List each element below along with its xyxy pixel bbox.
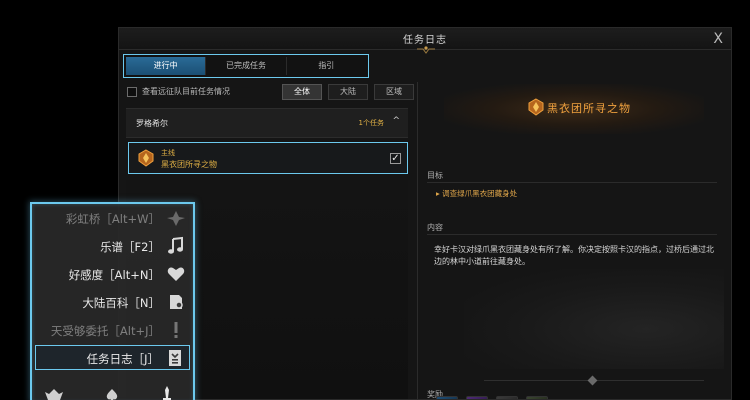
menu-item-rapport[interactable]: 好感度［Alt+N］ — [35, 262, 190, 287]
menu-item-label: 天受够委托［Alt+J］ — [50, 324, 160, 338]
menu-item-encyclopedia[interactable]: 大陆百科［N］ — [35, 290, 190, 315]
content-divider — [427, 234, 717, 235]
rainbow-bridge-icon — [167, 211, 185, 226]
chevron-up-icon[interactable]: ^ — [392, 116, 400, 126]
content-text: 幸好卡汉对绿爪黑衣团藏身处有所了解。你决定按照卡汉的指点，过桥后通过北边的林中小… — [434, 245, 714, 266]
expedition-checkbox-label: 查看远征队目前任务情况 — [142, 87, 230, 96]
menu-item-music-score[interactable]: 乐谱［F2］ — [35, 234, 190, 259]
tab-guide[interactable]: 指引 — [287, 57, 366, 75]
quest-track-checkbox[interactable]: ✓ — [390, 153, 401, 164]
quest-name: 黑衣团所寻之物 — [161, 160, 217, 169]
spade-icon[interactable] — [104, 388, 120, 400]
filter-continent-button[interactable]: 大陆 — [328, 84, 368, 100]
quest-background-art — [464, 269, 724, 369]
menu-item-label: 彩虹桥［Alt+W］ — [65, 212, 160, 226]
filter-all-button[interactable]: 全体 — [282, 84, 322, 100]
quest-detail-title: 黑衣团所寻之物 — [547, 102, 631, 115]
menu-item-label: 任务日志［J］ — [86, 352, 159, 366]
panel-divider — [417, 82, 418, 399]
quest-detail-panel: 黑衣团所寻之物 目标 ▸ 调查绿爪黑衣团藏身处 内容 幸好卡汉对绿爪黑衣团藏身处… — [424, 84, 724, 399]
menu-item-rainbow-bridge[interactable]: 彩虹桥［Alt+W］ — [35, 206, 190, 231]
reward-item-slot[interactable] — [526, 396, 548, 399]
encyclopedia-icon — [170, 295, 183, 309]
quest-log-icon — [169, 350, 181, 366]
menu-item-quest-log[interactable]: 任务日志［J］ — [35, 345, 190, 370]
reward-item-slot[interactable] — [496, 396, 518, 399]
goal-divider — [427, 182, 717, 183]
content-label: 内容 — [427, 223, 443, 232]
reward-item-slot[interactable] — [466, 396, 488, 399]
exclamation-icon — [174, 322, 178, 338]
menu-item-label: 好感度［Alt+N］ — [68, 268, 160, 282]
music-note-icon — [168, 236, 183, 254]
tab-completed[interactable]: 已完成任务 — [206, 57, 287, 75]
tab-in-progress[interactable]: 进行中 — [126, 57, 207, 75]
reward-divider-ornament — [587, 375, 598, 386]
region-header[interactable]: 罗格希尔 1个任务 ^ — [126, 108, 408, 138]
menu-item-label: 乐谱［F2］ — [100, 240, 160, 254]
main-quest-icon — [138, 149, 154, 167]
quest-log-window: 任务日志 X 进行中 已完成任务 指引 查看远征队目前任务情况 全体 大陆 区域… — [118, 27, 732, 400]
menu-item-request[interactable]: 天受够委托［Alt+J］ — [35, 318, 190, 343]
region-name: 罗格希尔 — [136, 119, 168, 128]
quest-tabs: 进行中 已完成任务 指引 — [123, 54, 369, 78]
shortcut-menu: 彩虹桥［Alt+W］ 乐谱［F2］ 好感度［Alt+N］ 大陆百科［N］ 天受够… — [30, 202, 195, 400]
filter-region-button[interactable]: 区域 — [374, 84, 414, 100]
window-titlebar: 任务日志 X — [119, 28, 731, 54]
main-quest-icon — [528, 98, 544, 116]
quest-detail-banner: 黑衣团所寻之物 — [444, 84, 704, 134]
goal-label: 目标 — [427, 171, 443, 180]
crest-icon[interactable] — [44, 388, 64, 400]
expedition-checkbox[interactable] — [127, 87, 137, 97]
filter-row: 查看远征队目前任务情况 全体 大陆 区域 — [127, 84, 417, 102]
title-ornament-icon — [417, 46, 435, 54]
heart-icon — [167, 267, 185, 281]
quest-type: 主线 — [161, 149, 175, 157]
menu-bottom-icons — [42, 384, 187, 400]
sword-icon[interactable] — [160, 386, 174, 400]
menu-item-label: 大陆百科［N］ — [82, 296, 160, 310]
region-quest-count: 1个任务 — [358, 119, 384, 127]
close-button[interactable]: X — [713, 31, 723, 47]
goal-text: ▸ 调查绿爪黑衣团藏身处 — [436, 189, 518, 198]
reward-item-slot[interactable] — [436, 396, 458, 399]
quest-list-item[interactable]: 主线 黑衣团所寻之物 ✓ — [128, 142, 408, 174]
